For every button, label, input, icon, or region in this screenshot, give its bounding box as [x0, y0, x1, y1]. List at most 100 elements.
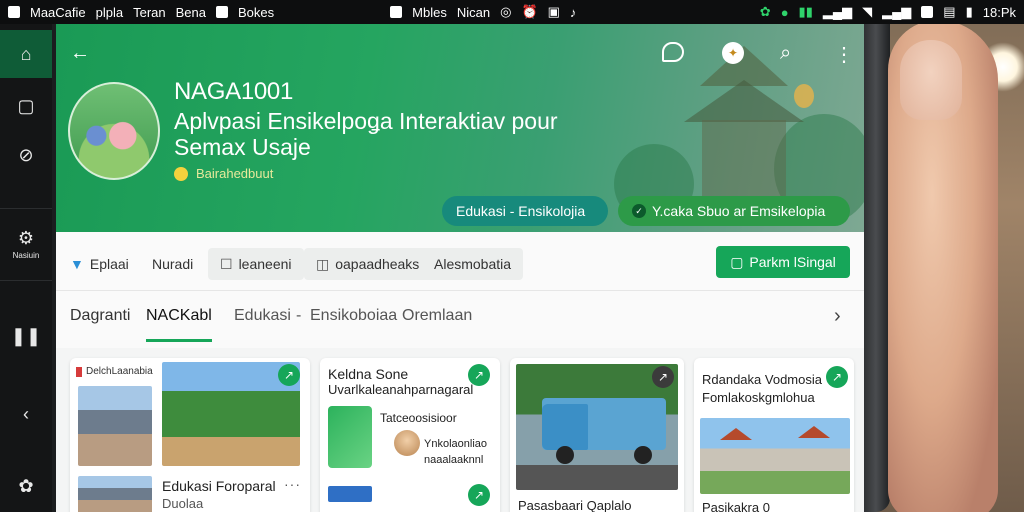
tab-oremlaan[interactable]: Oremlaan — [402, 307, 472, 339]
card-subtitle: Duolaa — [162, 496, 204, 511]
side-navigation: ⌂ ▢ ⊘ ⚙ Nasiuin ❚❚ ‹ ✿ — [0, 24, 52, 512]
coin-icon — [174, 166, 188, 181]
status-item: Nican — [456, 4, 491, 20]
tool-learn[interactable]: ☐ leaneeni — [208, 248, 304, 280]
content-card[interactable]: DelchLaanabia ↗ Edukasi Foroparal Duolaa… — [70, 358, 310, 512]
hero-meta-text: Bairahedbuut — [196, 166, 274, 181]
card-chip — [328, 486, 372, 502]
page-title: NAGA1001 — [174, 78, 294, 105]
nav-home[interactable]: ⌂ — [0, 30, 52, 78]
profile-badge-icon[interactable]: ✦ — [722, 42, 744, 64]
chevron-right-icon[interactable]: › — [834, 305, 841, 328]
expand-icon[interactable]: ↗ — [652, 366, 674, 388]
settings-icon: ⚙ — [17, 228, 35, 248]
content-card[interactable]: Rdandaka Vodmosia Fomlakoskgmlohua ↗ Pas… — [694, 358, 854, 512]
battery-icon: ▮ — [965, 4, 973, 19]
tab-dagranti[interactable]: Dagranti — [70, 307, 130, 339]
notification-icon — [8, 6, 20, 18]
alarm-icon: ⏰ — [521, 4, 538, 19]
square-icon: ▢ — [730, 253, 744, 270]
status-bar: MaaCafie plpla Teran Bena Bokes Mbles Ni… — [0, 0, 1024, 24]
notification-icon — [390, 6, 403, 18]
status-item: Teran — [133, 4, 166, 20]
expand-icon[interactable]: ↗ — [826, 366, 848, 388]
category-chip-secondary[interactable]: ✓ Y.caka Sbuo ar Emsikelopia — [618, 196, 850, 226]
chart-icon: ▮▮ — [798, 4, 813, 19]
expand-icon[interactable]: ↗ — [278, 364, 300, 386]
location-icon: ◎ — [500, 4, 512, 19]
nav-saved-label: Nasiuin — [12, 251, 40, 260]
avatar — [394, 430, 420, 456]
primary-action-button[interactable]: ▢ Parkm lSingal — [716, 246, 850, 278]
card-tag-text: DelchLaanabia — [86, 366, 153, 377]
signal-icon: ▂▄▆ — [822, 4, 853, 19]
category-chip[interactable]: Edukasi - Ensikolojia — [442, 196, 608, 226]
nav-pause[interactable]: ❚❚ — [0, 316, 52, 356]
card-title: Edukasi Foroparal — [162, 478, 276, 494]
tab-bar: Dagranti NACKabl Edukasi - Ensikoboiaa O… — [56, 290, 864, 348]
home-icon: ⌂ — [20, 43, 32, 64]
app-window: ← ✦ ⌕ ⋮ NAGA1001 Aplvpasi Ensikelpoǥa In… — [56, 24, 864, 512]
tool-label: oapaadheaks — [335, 256, 420, 272]
status-item: MaaCafie — [30, 4, 86, 20]
card-title: Pasasbaari Qaplalo — [518, 498, 632, 512]
card-image — [328, 406, 372, 468]
nfc-icon — [921, 6, 934, 18]
phone-edge — [862, 0, 890, 512]
card-subtitle: Uvarlkaleanahparnagaral — [328, 382, 474, 397]
nav-screen[interactable]: ▢ — [0, 86, 52, 126]
card-image — [700, 418, 850, 494]
content-card[interactable]: Keldna Sone Uvarlkaleanahparnagaral ↗ Ta… — [320, 358, 500, 512]
tool-more[interactable]: Alesmobatia — [422, 248, 524, 280]
expand-icon[interactable]: ↗ — [468, 484, 490, 506]
card-image — [78, 386, 152, 466]
card-subtitle: Fomlakoskgmlohua — [702, 390, 815, 405]
tool-guide[interactable]: Nuradi — [152, 248, 193, 280]
wifi-icon: ◥ — [862, 4, 873, 19]
card-line: Ynkolaonliao — [424, 438, 487, 450]
bell-icon: ♪ — [569, 4, 577, 20]
category-chip-label: Y.caka Sbuo ar Emsikelopia — [652, 203, 826, 219]
search-icon[interactable]: ⌕ — [780, 42, 791, 65]
check-icon: ✓ — [632, 204, 646, 218]
nav-saved[interactable]: ⚙ Nasiuin — [0, 216, 52, 272]
page-subtitle: Aplvpasi Ensikelpoǥa Interaktiav pour Se… — [174, 108, 558, 160]
tool-approach[interactable]: ◫ oapaadheaks — [304, 248, 432, 280]
avatar — [68, 82, 160, 180]
pause-icon: ❚❚ — [10, 325, 42, 346]
card-title: Keldna Sone — [328, 366, 409, 382]
flower-icon: ✿ — [18, 475, 34, 496]
tab-ensikoboiaa[interactable]: Ensikoboiaa — [310, 307, 397, 339]
tab-separator: - — [296, 307, 302, 324]
back-arrow-icon[interactable]: ← — [70, 42, 90, 65]
tab-nackabl[interactable]: NACKabl — [146, 307, 212, 342]
status-item: plpla — [95, 4, 124, 20]
expand-icon[interactable]: ↗ — [468, 364, 490, 386]
tool-label: Eplaai — [89, 256, 129, 272]
more-horiz-icon[interactable]: ··· — [284, 476, 301, 492]
nav-apps[interactable]: ✿ — [0, 466, 52, 506]
thumb-nail — [900, 40, 962, 120]
sim-icon: ▤ — [943, 4, 956, 19]
tool-label: Alesmobatia — [434, 256, 512, 272]
category-chip-label: Edukasi - Ensikolojia — [456, 203, 586, 219]
nav-back[interactable]: ‹ — [0, 394, 52, 434]
primary-action-label: Parkm lSingal — [749, 254, 836, 270]
square-icon: ▢ — [17, 95, 35, 116]
chat-icon[interactable] — [662, 42, 684, 62]
card-line: Tatceoosisioor — [380, 411, 457, 425]
nav-compass[interactable]: ⊘ — [0, 134, 52, 176]
message-icon: ● — [780, 4, 789, 20]
card-line: naaalaaknnl — [424, 454, 484, 466]
content-card[interactable]: ↗ Pasasbaari Qaplalo — [510, 358, 684, 512]
tab-edukasi[interactable]: Edukasi — [234, 307, 291, 339]
card-footer: Pasikakra 0 — [702, 500, 770, 512]
hero-banner: ← ✦ ⌕ ⋮ NAGA1001 Aplvpasi Ensikelpoǥa In… — [56, 24, 864, 232]
tool-explore[interactable]: ▼ Eplaai — [70, 248, 129, 280]
status-item: Bokes — [238, 4, 275, 20]
bookmark-icon: ▼ — [70, 256, 84, 272]
edit-icon: ☐ — [220, 255, 233, 272]
more-vert-icon[interactable]: ⋮ — [834, 42, 854, 67]
status-item: Bena — [175, 4, 207, 20]
tool-label: Nuradi — [152, 256, 194, 272]
